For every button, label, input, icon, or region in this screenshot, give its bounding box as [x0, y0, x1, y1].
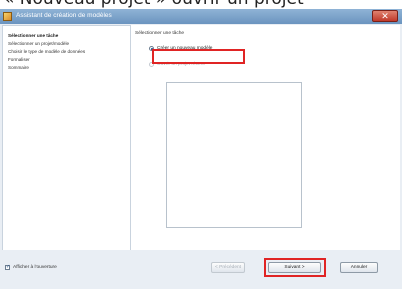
window-title: Assistant de création de modèles	[16, 12, 112, 19]
wizard-steps-panel: Sélectionner une tâche Sélectionner un p…	[2, 25, 131, 259]
caption-text: « Nouveau projet » ouvrir un projet	[4, 0, 304, 9]
caption-strip: « Nouveau projet » ouvrir un projet	[0, 0, 402, 9]
footer-bar: ✓ Afficher à l'ouverture < Précédent Sui…	[0, 250, 402, 289]
show-on-open-option[interactable]: ✓ Afficher à l'ouverture	[5, 265, 57, 270]
step-formalize[interactable]: Formaliser	[8, 57, 30, 62]
previous-button[interactable]: < Précédent	[211, 262, 245, 273]
next-button-highlight-box	[264, 258, 326, 277]
step-model-type[interactable]: Choisir le type de modèle de données	[8, 49, 85, 54]
checkbox-checked-icon[interactable]: ✓	[5, 265, 10, 270]
app-icon	[3, 12, 12, 21]
section-label: Sélectionner une tâche	[135, 31, 185, 36]
recent-projects-list[interactable]	[166, 82, 302, 228]
step-select-task[interactable]: Sélectionner une tâche	[8, 33, 58, 38]
new-model-highlight-box	[152, 49, 245, 64]
step-summary[interactable]: Sommaire	[8, 65, 29, 70]
step-select-project[interactable]: Sélectionner un projet/modèle	[8, 41, 69, 46]
wizard-window: Assistant de création de modèles ✕ Sélec…	[0, 9, 402, 289]
cancel-button[interactable]: Annuler	[340, 262, 378, 273]
close-button[interactable]: ✕	[372, 10, 398, 22]
title-bar: Assistant de création de modèles ✕	[0, 9, 402, 24]
show-on-open-label: Afficher à l'ouverture	[13, 265, 57, 270]
